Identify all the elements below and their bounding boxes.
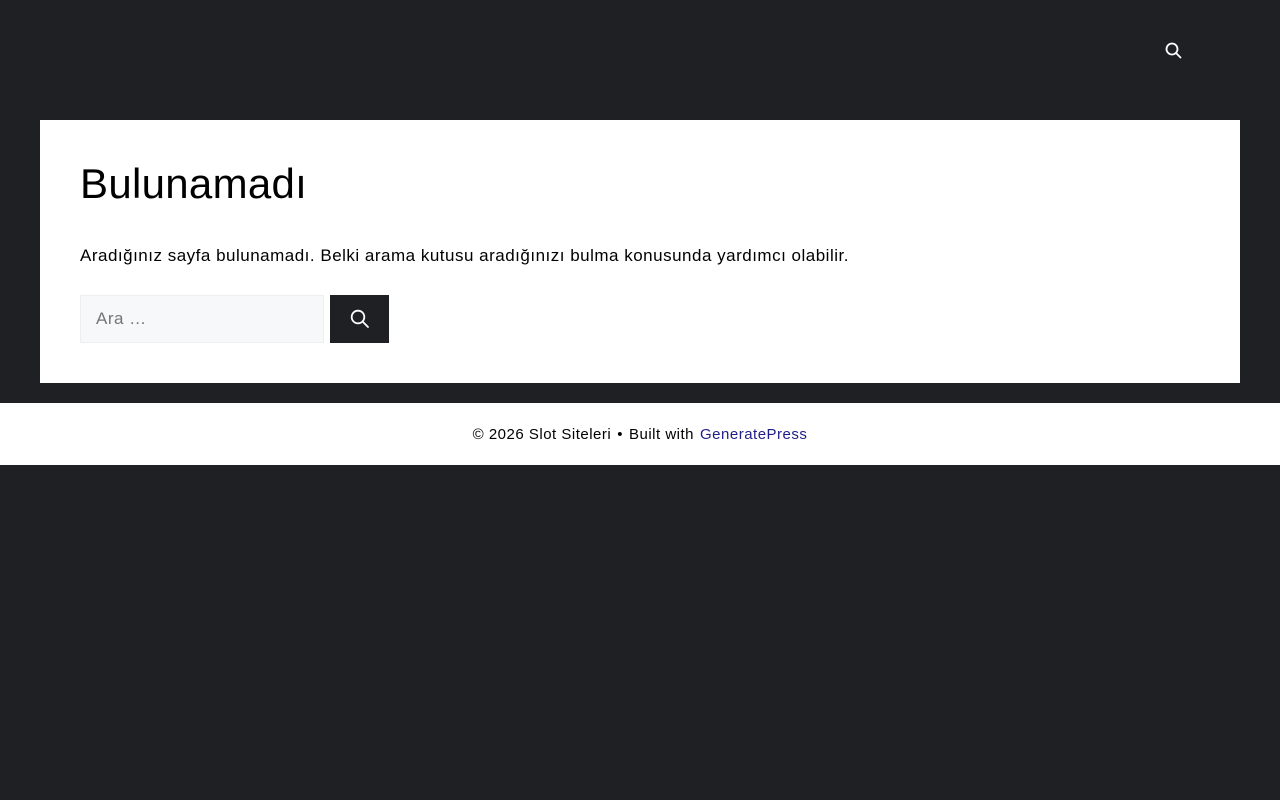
site-footer: © 2026 Slot Siteleri • Built with Genera… — [0, 403, 1280, 465]
content-area: Bulunamadı Aradığınız sayfa bulunamadı. … — [40, 120, 1240, 383]
footer-separator: • — [617, 425, 623, 443]
built-with-text: Built with — [628, 425, 695, 443]
copyright-text: © 2026 Slot Siteleri — [472, 425, 612, 443]
search-icon — [1165, 42, 1181, 58]
site-header — [0, 0, 1280, 100]
search-submit-button[interactable] — [330, 295, 389, 343]
generatepress-link[interactable]: GeneratePress — [700, 426, 807, 443]
header-search-button[interactable] — [1162, 39, 1184, 61]
page-title: Bulunamadı — [80, 160, 308, 207]
search-form — [80, 295, 389, 343]
search-input[interactable] — [80, 295, 324, 343]
not-found-message: Aradığınız sayfa bulunamadı. Belki arama… — [80, 246, 849, 265]
search-icon — [350, 309, 369, 328]
